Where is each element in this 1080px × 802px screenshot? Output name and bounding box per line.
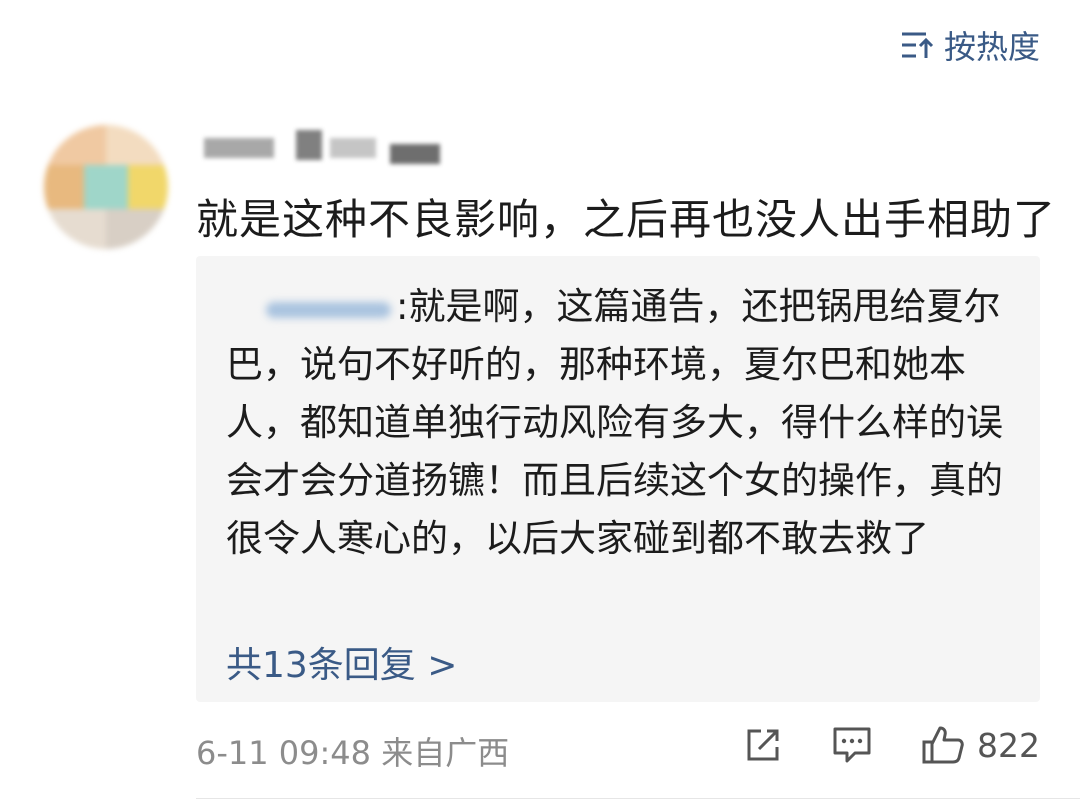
avatar[interactable] xyxy=(44,125,168,249)
comment-meta: 6-11 09:48 来自广西 xyxy=(196,734,510,772)
reply-body: :就是啊，这篇通告，还把锅甩给夏尔巴，说句不好听的，那种环境，夏尔巴和她本人，都… xyxy=(226,278,1016,568)
thumbs-up-icon xyxy=(922,726,964,764)
reply-button[interactable] xyxy=(831,725,873,765)
more-replies-link[interactable]: 共13条回复 > xyxy=(226,636,457,688)
sort-hot-icon xyxy=(901,32,934,58)
share-button[interactable] xyxy=(743,725,783,765)
reply-username-redacted[interactable] xyxy=(226,294,396,324)
username-redacted[interactable] xyxy=(200,128,450,164)
reply-box[interactable]: :就是啊，这篇通告，还把锅甩给夏尔巴，说句不好听的，那种环境，夏尔巴和她本人，都… xyxy=(196,256,1040,702)
like-count: 822 xyxy=(977,725,1040,765)
comment-text: 就是这种不良影响，之后再也没人出手相助了 xyxy=(196,195,1057,244)
like-button[interactable]: 822 xyxy=(921,724,1040,766)
reply-text: 就是啊，这篇通告，还把锅甩给夏尔巴，说句不好听的，那种环境，夏尔巴和她本人，都知… xyxy=(226,285,1003,560)
divider xyxy=(196,798,1080,799)
reply-prefix: : xyxy=(396,285,409,328)
comment-actions: 822 xyxy=(695,724,1040,766)
share-icon xyxy=(747,729,779,761)
sort-by-hot-button[interactable]: 按热度 xyxy=(900,22,1040,68)
comment-icon xyxy=(833,727,871,763)
sort-label: 按热度 xyxy=(943,28,1040,66)
